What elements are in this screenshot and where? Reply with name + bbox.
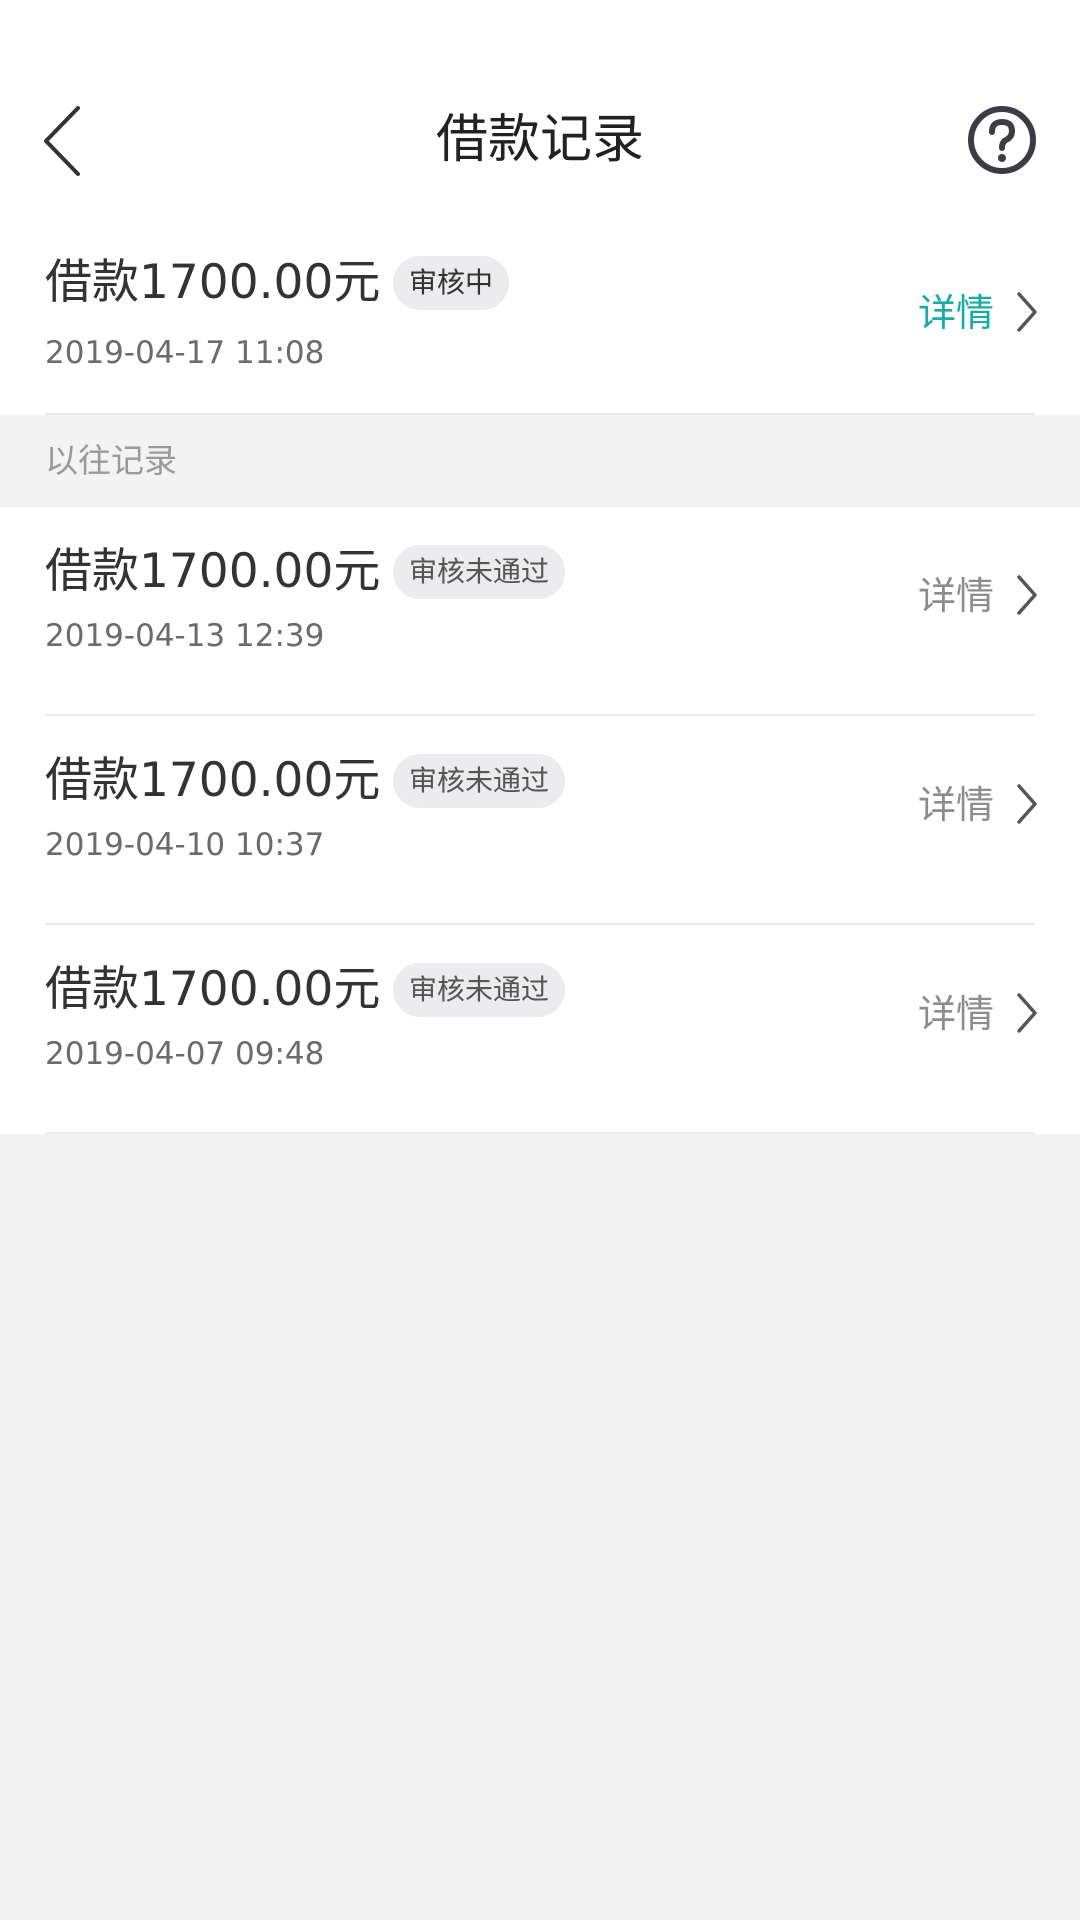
record-date: 2019-04-10 10:37 [45, 827, 325, 863]
current-record-row[interactable]: 借款1700.00元 审核中 2019-04-17 11:08 详情 [0, 228, 1080, 415]
detail-link[interactable]: 详情 [918, 569, 994, 623]
record-date: 2019-04-07 09:48 [45, 1036, 325, 1072]
record-date: 2019-04-13 12:39 [45, 618, 325, 654]
list-item[interactable]: 借款1700.00元 审核未通过 2019-04-13 12:39 详情 [0, 507, 1080, 716]
help-button[interactable] [964, 102, 1040, 178]
record-amount: 借款1700.00元 [45, 544, 381, 599]
chevron-right-icon [1017, 993, 1037, 1033]
detail-link[interactable]: 详情 [918, 286, 994, 340]
record-amount: 借款1700.00元 [45, 962, 381, 1017]
status-badge: 审核未通过 [393, 545, 566, 599]
list-item[interactable]: 借款1700.00元 审核未通过 2019-04-07 09:48 详情 [0, 925, 1080, 1134]
status-badge: 审核未通过 [393, 754, 566, 808]
current-record-section: 借款1700.00元 审核中 2019-04-17 11:08 详情 [0, 228, 1080, 415]
status-badge: 审核中 [393, 256, 510, 310]
screen: 借款记录 借款1700.00元 审核中 2019-04-17 11:08 详情 … [0, 0, 1080, 1920]
list-item[interactable]: 借款1700.00元 审核未通过 2019-04-10 10:37 详情 [0, 716, 1080, 925]
page-title: 借款记录 [435, 110, 644, 170]
record-date: 2019-04-17 11:08 [45, 335, 325, 371]
past-records-header: 以往记录 [0, 415, 1080, 507]
detail-link[interactable]: 详情 [918, 987, 994, 1041]
chevron-right-icon [1017, 575, 1037, 615]
detail-link[interactable]: 详情 [918, 778, 994, 832]
past-records-label: 以往记录 [45, 441, 177, 480]
chevron-right-icon [1017, 784, 1037, 824]
row-divider [45, 1132, 1035, 1134]
header: 借款记录 [0, 0, 1080, 228]
status-badge: 审核未通过 [393, 963, 566, 1017]
record-amount: 借款1700.00元 [45, 753, 381, 808]
chevron-right-icon [1017, 292, 1037, 332]
question-circle-icon [968, 106, 1036, 174]
record-amount: 借款1700.00元 [45, 255, 381, 310]
